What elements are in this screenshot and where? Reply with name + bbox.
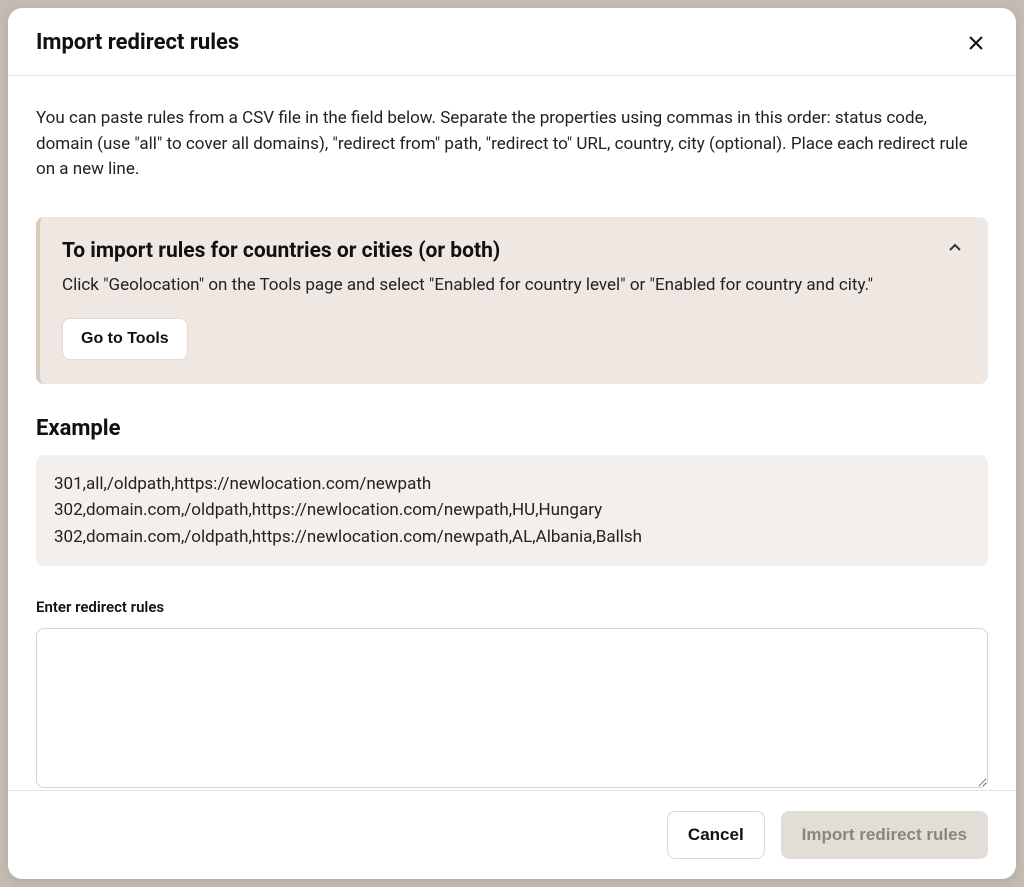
description-text: You can paste rules from a CSV file in t… (36, 106, 988, 183)
info-panel-text: Click "Geolocation" on the Tools page an… (62, 273, 964, 299)
collapse-toggle[interactable] (946, 239, 964, 257)
example-code-block: 301,all,/oldpath,https://newlocation.com… (36, 455, 988, 566)
info-panel-title: To import rules for countries or cities … (62, 239, 964, 263)
close-icon (968, 35, 984, 51)
modal-body: You can paste rules from a CSV file in t… (8, 76, 1016, 790)
close-button[interactable] (964, 31, 988, 55)
import-redirect-rules-modal: Import redirect rules You can paste rule… (8, 8, 1016, 879)
modal-header: Import redirect rules (8, 8, 1016, 76)
cancel-button[interactable]: Cancel (667, 811, 765, 859)
redirect-rules-textarea[interactable] (36, 628, 988, 788)
rules-input-label: Enter redirect rules (36, 598, 988, 616)
example-heading: Example (36, 416, 988, 441)
import-button[interactable]: Import redirect rules (781, 811, 988, 859)
chevron-up-icon (948, 241, 962, 255)
modal-footer: Cancel Import redirect rules (8, 790, 1016, 879)
modal-title: Import redirect rules (36, 30, 239, 55)
go-to-tools-button[interactable]: Go to Tools (62, 318, 188, 360)
geolocation-info-panel: To import rules for countries or cities … (36, 217, 988, 385)
